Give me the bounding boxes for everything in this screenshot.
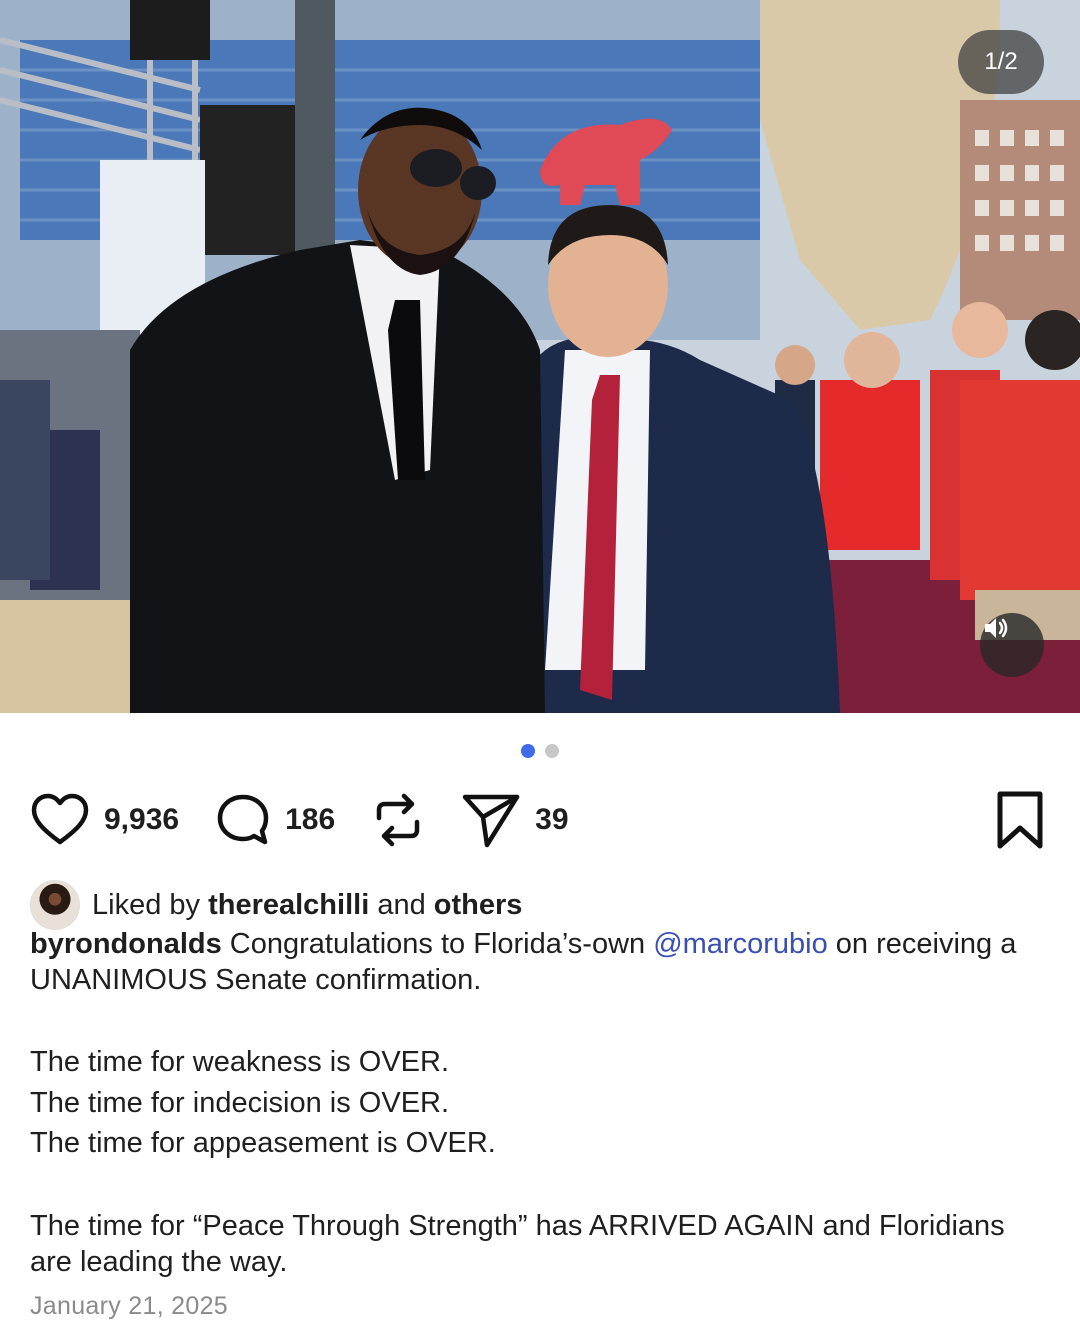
carousel-counter: 1/2	[958, 30, 1044, 94]
repost-icon	[371, 790, 425, 850]
liked-by-others[interactable]: others	[434, 889, 523, 922]
bookmark-button[interactable]	[994, 790, 1046, 850]
post-caption: byrondonalds Congratulations to Florida’…	[30, 926, 1050, 1280]
caption-text-1: Congratulations to Florida’s-own	[229, 928, 646, 960]
post-date: January 21, 2025	[30, 1292, 229, 1320]
caption-mention[interactable]: @marcorubio	[653, 928, 828, 960]
liked-by-prefix: Liked by	[92, 888, 201, 921]
repost-button[interactable]	[371, 790, 425, 850]
post-photo[interactable]: 1/2	[0, 0, 1080, 713]
liked-by-row: Liked by therealchilli and others	[30, 880, 522, 930]
caption-final: The time for “Peace Through Strength” ha…	[30, 1209, 1005, 1278]
heart-icon	[30, 792, 90, 848]
liker-username[interactable]: therealchilli	[208, 889, 369, 922]
carousel-dots	[0, 744, 1080, 758]
liker-avatar[interactable]	[30, 880, 80, 930]
share-button[interactable]: 39	[461, 791, 569, 849]
volume-button[interactable]	[980, 613, 1044, 677]
caption-username[interactable]: byrondonalds	[30, 928, 222, 960]
comments-count: 186	[285, 803, 336, 836]
liked-by-joiner: and	[377, 888, 426, 921]
carousel-dot-active[interactable]	[521, 744, 535, 758]
like-button[interactable]: 9,936	[30, 792, 179, 848]
photo-illustration	[0, 0, 1080, 713]
action-bar: 9,936 186 39	[30, 788, 605, 852]
caption-line: The time for indecision is OVER.	[30, 1086, 450, 1119]
likes-count: 9,936	[104, 803, 180, 836]
bookmark-icon	[994, 791, 1046, 854]
comment-icon	[215, 792, 271, 848]
caption-line: The time for weakness is OVER.	[30, 1046, 450, 1078]
shares-count: 39	[535, 803, 569, 836]
caption-line: The time for appeasement is OVER.	[30, 1127, 496, 1159]
caption-intro: byrondonalds Congratulations to Florida’…	[30, 926, 1050, 998]
send-icon	[461, 791, 521, 849]
carousel-dot[interactable]	[545, 744, 559, 758]
comment-button[interactable]: 186	[215, 792, 335, 848]
caption-lines: The time for weakness is OVER. The time …	[30, 1042, 1050, 1164]
